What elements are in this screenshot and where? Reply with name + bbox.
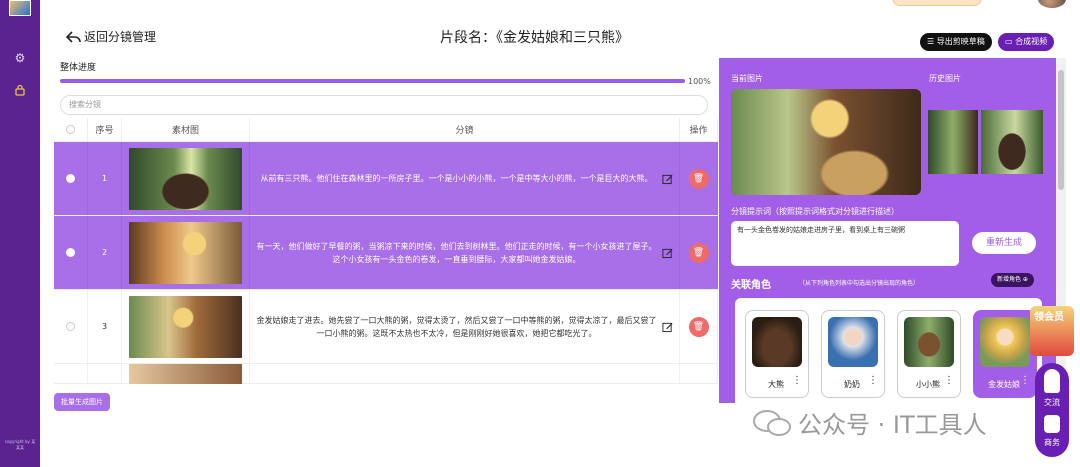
row-text: 有一天，他们做好了早餐的粥，当粥凉下来的时候，他们去到树林里。他们正走的时候，有… [256, 241, 657, 264]
progress-label: 整体进度 [60, 63, 97, 73]
row-index: 1 [88, 142, 122, 215]
page-title: 片段名：《金发姑娘和三只熊》 [440, 30, 629, 46]
prompt-textarea[interactable]: 有一头金色卷发的姑娘走进房子里，看到桌上有三碗粥 [731, 221, 959, 266]
more-icon[interactable]: ⋮ [868, 376, 878, 386]
batch-generate-button[interactable]: 批量生成图片 [54, 393, 110, 411]
role-avatar [904, 317, 954, 367]
prompt-value: 有一头金色卷发的姑娘走进房子里，看到桌上有三碗粥 [737, 226, 905, 234]
back-label: 返回分镜管理 [84, 30, 157, 44]
video-icon: ▭ [1005, 37, 1016, 46]
table-header: 序号 素材图 分镜 操作 [54, 118, 718, 142]
role-avatar [752, 317, 802, 367]
role-avatar [828, 317, 878, 367]
back-button[interactable]: 返回分镜管理 [66, 28, 156, 45]
lock-icon[interactable] [12, 84, 28, 100]
role-avatar [980, 317, 1030, 367]
export-label: 导出剪映草稿 [936, 37, 985, 46]
promo-gift-text: 领会员 [1034, 312, 1064, 323]
business-label[interactable]: 商务 [1035, 437, 1069, 448]
row-radio[interactable] [66, 322, 75, 331]
row-index: 3 [88, 290, 122, 363]
row-radio[interactable] [66, 174, 75, 183]
more-icon[interactable]: ⋮ [944, 376, 954, 386]
progress-fill [60, 79, 685, 83]
back-arrow-icon [66, 30, 81, 43]
history-image[interactable] [928, 110, 978, 174]
header-index: 序号 [88, 118, 122, 141]
table-row[interactable]: 3 金发姑娘走了进去。她先尝了一口大熊的粥，觉得太烫了，然后又尝了一口中等熊的粥… [54, 290, 718, 364]
export-draft-button[interactable]: ☰ 导出剪映草稿 [920, 33, 992, 51]
user-avatar[interactable] [1038, 0, 1066, 8]
current-image[interactable] [731, 89, 921, 195]
app-logo[interactable] [9, 0, 31, 16]
floating-contact-bar: 交流 商务 [1035, 363, 1069, 457]
edit-icon[interactable] [662, 321, 673, 332]
table-row[interactable]: 2 有一天，他们做好了早餐的粥，当粥凉下来的时候，他们去到树林里。他们正走的时候… [54, 216, 718, 290]
wechat-icon [753, 409, 791, 436]
roles-title: 关联角色 [731, 280, 771, 291]
roles-list: 大熊 ⋮ 奶奶 ⋮ 小小熊 ⋮ 金发姑娘 ⋮ [735, 298, 1042, 403]
compose-video-button[interactable]: ▭ 合成视频 [998, 33, 1055, 51]
table-row[interactable]: 1 从前有三只熊。他们住在森林里的一所房子里。一个是小小的小熊，一个是中等大小的… [54, 142, 718, 216]
delete-button[interactable]: 🗑 [688, 168, 709, 189]
girl-breakfast-thumbnail[interactable] [129, 221, 242, 284]
header-storyboard: 分镜 [250, 118, 680, 141]
current-image-label: 当前图片 [731, 74, 763, 83]
search-placeholder: 搜索分镜 [69, 100, 101, 109]
edit-icon[interactable] [662, 247, 673, 258]
progress-bar [60, 79, 685, 83]
row-text: 从前有三只熊。他们住在森林里的一所房子里。一个是小小的小熊，一个是中等大小的熊，… [260, 174, 653, 183]
side-rail: ⚙ copyright by 某某某 [0, 0, 40, 467]
prompt-label: 分镜提示词（按照提示词格式对分镜进行描述） [731, 207, 899, 216]
role-card[interactable]: 小小熊 ⋮ [897, 310, 961, 398]
table-row[interactable] [54, 363, 718, 384]
history-image-label: 历史图片 [929, 74, 961, 83]
role-card[interactable]: 金发姑娘 ⋮ [973, 310, 1037, 398]
row-thumbnail-partial[interactable] [129, 363, 242, 384]
promo-gift-badge[interactable]: 领会员 [1030, 306, 1074, 356]
watermark-text: 公众号 · IT工具人 [798, 411, 987, 439]
row-radio[interactable] [66, 248, 75, 257]
role-card[interactable]: 奶奶 ⋮ [821, 310, 885, 398]
detail-panel: 当前图片 历史图片 分镜提示词（按照提示词格式对分镜进行描述） 有一头金色卷发的… [719, 58, 1056, 403]
new-role-button[interactable]: 新增角色 ⊕ [991, 273, 1034, 287]
header-image: 素材图 [122, 118, 250, 141]
rail-footer: copyright by 某某某 [4, 439, 36, 450]
edit-icon[interactable] [662, 173, 673, 184]
settings-icon[interactable]: ⚙ [12, 50, 28, 66]
storyboard-table: 序号 素材图 分镜 操作 1 从前有三只熊。他们住在森林里的一所房子里。一个是小… [54, 118, 718, 385]
business-icon[interactable] [1044, 415, 1060, 433]
delete-button[interactable]: 🗑 [688, 242, 709, 263]
select-all-radio[interactable] [66, 125, 75, 134]
progress-percent: 100% [688, 77, 711, 86]
export-icon: ☰ [927, 37, 937, 46]
more-icon[interactable]: ⋮ [1020, 376, 1030, 386]
girl-eating-thumbnail[interactable] [129, 295, 242, 358]
roles-hint: （从下列角色列表中勾选出分镜出现的角色） [799, 280, 920, 287]
search-input[interactable]: 搜索分镜 [60, 95, 708, 115]
bear-forest-thumbnail[interactable] [129, 147, 242, 210]
header-select-all[interactable] [54, 118, 88, 141]
top-bar [40, 0, 1080, 14]
row-index: 2 [88, 216, 122, 289]
app-root: ⚙ copyright by 某某某 返回分镜管理 片段名：《金发姑娘和三只熊》… [0, 0, 1080, 467]
scrollbar-thumb[interactable] [1058, 70, 1064, 190]
history-image[interactable] [981, 110, 1043, 174]
chat-label[interactable]: 交流 [1035, 397, 1069, 408]
top-promo-pill[interactable] [892, 0, 982, 6]
regenerate-button[interactable]: 重新生成 [972, 232, 1036, 254]
role-card[interactable]: 大熊 ⋮ [745, 310, 809, 398]
row-text: 金发姑娘走了进去。她先尝了一口大熊的粥，觉得太烫了，然后又尝了一口中等熊的粥，觉… [256, 315, 657, 338]
compose-label: 合成视频 [1015, 37, 1048, 46]
chat-icon[interactable] [1044, 369, 1060, 393]
header-actions: 操作 [680, 118, 718, 141]
delete-button[interactable]: 🗑 [688, 316, 709, 337]
more-icon[interactable]: ⋮ [792, 376, 802, 386]
watermark: 公众号 · IT工具人 [752, 405, 987, 440]
